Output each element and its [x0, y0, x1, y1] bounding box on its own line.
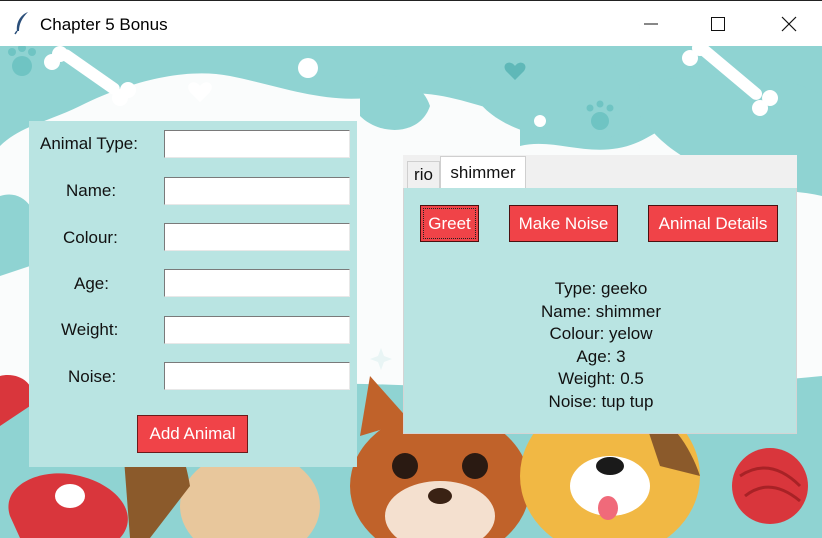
- animal-notebook: rio shimmer Greet Make Noise Animal Deta…: [403, 155, 797, 434]
- minimize-icon: [644, 23, 658, 25]
- maximize-button[interactable]: [694, 1, 742, 47]
- detail-noise: Noise: tup tup: [548, 391, 654, 411]
- name-label: Name:: [66, 181, 117, 200]
- name-input[interactable]: [164, 177, 350, 205]
- tab-content-shimmer: Greet Make Noise Animal Details Type: ge…: [403, 188, 797, 434]
- close-icon: [781, 16, 797, 32]
- detail-weight: Weight: 0.5: [558, 369, 644, 388]
- tab-strip: rio shimmer: [403, 155, 797, 188]
- weight-input[interactable]: [164, 316, 350, 344]
- feather-icon: [14, 12, 28, 35]
- detail-name: Name: shimmer: [541, 301, 661, 321]
- noise-input[interactable]: [164, 362, 350, 390]
- title-bar: Chapter 5 Bonus: [0, 0, 822, 46]
- animal-form-panel: Animal Type: Name: Colour: Age: Weight: …: [29, 121, 357, 467]
- colour-label: Colour:: [63, 228, 118, 247]
- tab-rio[interactable]: rio: [407, 161, 440, 188]
- weight-label: Weight:: [61, 320, 119, 339]
- animal-details-button[interactable]: Animal Details: [648, 205, 778, 242]
- age-input[interactable]: [164, 269, 350, 297]
- minimize-button[interactable]: [627, 1, 675, 47]
- age-label: Age:: [74, 274, 109, 293]
- detail-age: Age: 3: [576, 346, 626, 366]
- colour-input[interactable]: [164, 223, 350, 251]
- greet-button[interactable]: Greet: [420, 205, 479, 242]
- detail-type: Type: geeko: [554, 279, 648, 298]
- add-animal-button[interactable]: Add Animal: [137, 415, 248, 453]
- animal-details-text: Type: geeko Name: shimmer Colour: yelow …: [404, 278, 798, 413]
- noise-label: Noise:: [68, 367, 117, 386]
- maximize-icon: [711, 17, 725, 31]
- animal-type-input[interactable]: [164, 130, 350, 158]
- animal-type-label: Animal Type:: [40, 134, 138, 153]
- tab-shimmer[interactable]: shimmer: [440, 156, 526, 188]
- window-title: Chapter 5 Bonus: [40, 15, 168, 34]
- make-noise-button[interactable]: Make Noise: [509, 205, 618, 242]
- detail-colour: Colour: yelow: [549, 324, 653, 343]
- close-button[interactable]: [765, 1, 813, 47]
